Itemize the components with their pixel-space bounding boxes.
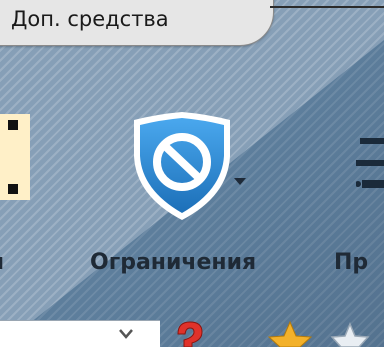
left-item-label-fragment: л (0, 250, 4, 275)
star-outline-icon[interactable] (330, 322, 370, 347)
chevron-down-icon (119, 329, 133, 339)
no-entry-shield-icon[interactable] (128, 110, 236, 222)
film-strip-widget[interactable] (0, 114, 30, 200)
film-hole (8, 120, 18, 130)
bottom-select[interactable] (0, 320, 160, 351)
speed-lines-icon[interactable] (356, 138, 384, 198)
triangle-down-icon[interactable] (234, 178, 246, 185)
restrictions-label[interactable]: Ограничения (90, 250, 256, 275)
tools-tab[interactable]: Доп. средства (0, 0, 274, 46)
film-hole (8, 184, 18, 194)
next-item-label[interactable]: Пр (334, 250, 368, 275)
bottom-icons-row (177, 320, 370, 347)
tab-baseline-divider (270, 6, 384, 8)
question-mark-icon[interactable] (177, 321, 203, 347)
star-icon[interactable] (267, 320, 313, 347)
tools-tab-label: Доп. средства (11, 7, 169, 31)
